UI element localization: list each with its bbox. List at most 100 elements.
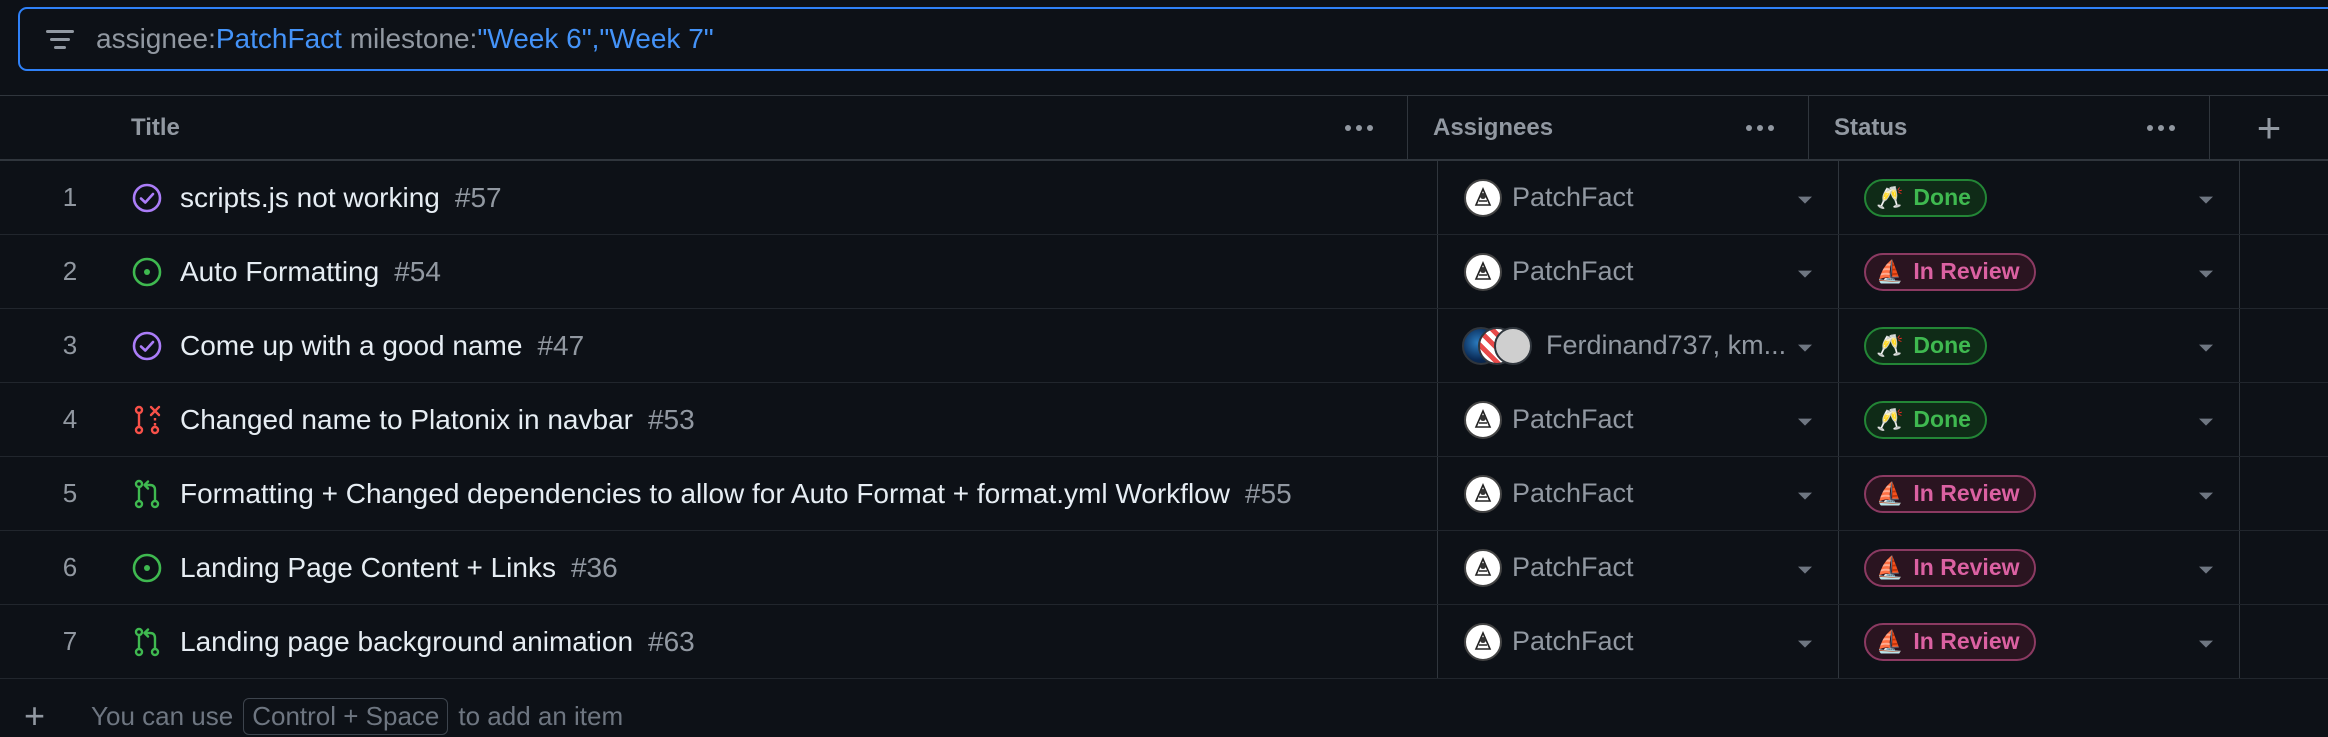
column-options-icon[interactable]	[1746, 124, 1774, 131]
open-issue-icon	[130, 255, 164, 289]
item-title-link[interactable]: scripts.js not working	[180, 182, 440, 214]
item-number: #63	[648, 625, 695, 657]
title-cell[interactable]: Landing page background animation #63	[100, 605, 1438, 678]
chevron-down-icon[interactable]	[1798, 640, 1812, 648]
table-row[interactable]: 3 Come up with a good name #47 Ferdinand…	[0, 309, 2328, 383]
chevron-down-icon[interactable]	[2199, 270, 2213, 278]
item-title-link[interactable]: Landing page background animation	[180, 626, 633, 658]
status-badge-done[interactable]: 🥂 Done	[1864, 326, 1987, 365]
empty-cell	[2240, 531, 2328, 604]
item-title-link[interactable]: Landing Page Content + Links	[180, 552, 556, 584]
filter-query-key: milestone:	[341, 23, 478, 54]
chevron-down-icon[interactable]	[2199, 196, 2213, 204]
column-header-assignees[interactable]: Assignees	[1408, 96, 1809, 159]
item-number: #36	[570, 551, 618, 583]
status-badge-done[interactable]: 🥂 Done	[1864, 178, 1987, 217]
status-cell[interactable]: ⛵ In Review	[1839, 605, 2240, 678]
add-item-hint-prefix: You can use	[91, 700, 234, 731]
title-cell[interactable]: Formatting + Changed dependencies to all…	[100, 457, 1438, 530]
status-cell[interactable]: ⛵ In Review	[1839, 531, 2240, 604]
item-number: #53	[647, 403, 695, 435]
status-cell[interactable]: ⛵ In Review	[1839, 235, 2240, 308]
review-icon: ⛵	[1876, 628, 1904, 654]
item-title-link[interactable]: Formatting + Changed dependencies to all…	[180, 478, 1230, 510]
chevron-down-icon[interactable]	[2199, 344, 2213, 352]
table-row[interactable]: 6 Landing Page Content + Links #36 Patch…	[0, 531, 2328, 605]
column-options-icon[interactable]	[2147, 124, 2175, 131]
row-number: 5	[62, 478, 78, 508]
assignee-name: PatchFact	[1512, 182, 1634, 212]
status-cell[interactable]: 🥂 Done	[1839, 309, 2240, 382]
table-row[interactable]: 2 Auto Formatting #54 PatchFact ⛵ In Revi…	[0, 235, 2328, 309]
status-cell[interactable]: ⛵ In Review	[1839, 457, 2240, 530]
status-cell[interactable]: 🥂 Done	[1839, 161, 2240, 234]
status-badge-in-review[interactable]: ⛵ In Review	[1864, 622, 2036, 661]
filter-input[interactable]: assignee: PatchFact milestone: "Week 6",…	[18, 7, 2328, 71]
add-column-button[interactable]: +	[2210, 96, 2328, 159]
avatar	[1464, 622, 1502, 661]
title-cell[interactable]: Changed name to Platonix in navbar #53	[100, 383, 1438, 456]
assignees-cell[interactable]: PatchFact	[1438, 605, 1839, 678]
chevron-down-icon[interactable]	[1798, 344, 1812, 352]
filter-query-key: assignee:	[96, 23, 216, 54]
status-badge-in-review[interactable]: ⛵ In Review	[1864, 252, 2036, 291]
assignees-cell[interactable]: PatchFact	[1438, 531, 1839, 604]
title-cell[interactable]: Come up with a good name #47	[100, 309, 1438, 382]
assignees-cell[interactable]: PatchFact	[1438, 383, 1839, 456]
table-row[interactable]: 4 Changed name to Platonix in navbar #53…	[0, 383, 2328, 457]
table-row[interactable]: 7 Landing page background animation #63 …	[0, 605, 2328, 679]
chevron-down-icon[interactable]	[1798, 196, 1812, 204]
row-number: 3	[62, 330, 78, 360]
row-number: 7	[62, 626, 78, 656]
status-badge-in-review[interactable]: ⛵ In Review	[1864, 548, 2036, 587]
status-badge-done[interactable]: 🥂 Done	[1864, 400, 1987, 439]
filter-icon[interactable]	[44, 29, 76, 49]
column-options-icon[interactable]	[1345, 124, 1373, 131]
avatar	[1464, 252, 1502, 291]
chevron-down-icon[interactable]	[2199, 492, 2213, 500]
review-icon: ⛵	[1876, 258, 1904, 284]
assignees-cell[interactable]: PatchFact	[1438, 161, 1839, 234]
column-header-status[interactable]: Status	[1809, 96, 2210, 159]
status-cell[interactable]: 🥂 Done	[1839, 383, 2240, 456]
empty-cell	[2240, 457, 2328, 530]
empty-cell	[2240, 161, 2328, 234]
empty-cell	[2240, 605, 2328, 678]
title-cell[interactable]: Landing Page Content + Links #36	[100, 531, 1438, 604]
assignee-name: PatchFact	[1512, 552, 1634, 582]
chevron-down-icon[interactable]	[2199, 418, 2213, 426]
plus-icon[interactable]: +	[24, 695, 45, 737]
party-icon: 🥂	[1876, 332, 1904, 358]
assignees-cell[interactable]: PatchFact	[1438, 457, 1839, 530]
table-row[interactable]: 5 Formatting + Changed dependencies to a…	[0, 457, 2328, 531]
title-cell[interactable]: Auto Formatting #54	[100, 235, 1438, 308]
status-badge-in-review[interactable]: ⛵ In Review	[1864, 474, 2036, 513]
assignees-cell[interactable]: PatchFact	[1438, 235, 1839, 308]
item-title-link[interactable]: Come up with a good name	[180, 330, 522, 362]
filter-bar-container: assignee: PatchFact milestone: "Week 6",…	[0, 0, 2328, 96]
chevron-down-icon[interactable]	[2199, 566, 2213, 574]
chevron-down-icon[interactable]	[2199, 640, 2213, 648]
chevron-down-icon[interactable]	[1798, 418, 1812, 426]
table-row[interactable]: 1 scripts.js not working #57 PatchFact 🥂…	[0, 161, 2328, 235]
title-cell[interactable]: scripts.js not working #57	[100, 161, 1438, 234]
assignees-cell[interactable]: Ferdinand737, km...	[1438, 309, 1839, 382]
chevron-down-icon[interactable]	[1798, 492, 1812, 500]
row-number-header	[0, 96, 100, 159]
row-number: 6	[62, 552, 78, 582]
chevron-down-icon[interactable]	[1798, 270, 1812, 278]
add-item-row[interactable]: + You can use Control + Space to add an …	[0, 695, 623, 737]
chevron-down-icon[interactable]	[1798, 566, 1812, 574]
avatar	[1464, 548, 1502, 587]
open-pr-icon	[130, 477, 164, 511]
item-number: #55	[1244, 477, 1292, 509]
closed-issue-icon	[130, 181, 164, 215]
empty-cell	[2240, 235, 2328, 308]
item-title-link[interactable]: Changed name to Platonix in navbar	[180, 404, 633, 436]
item-title-link[interactable]: Auto Formatting	[180, 256, 379, 288]
item-number: #57	[454, 181, 502, 213]
column-header-title[interactable]: Title	[100, 96, 1408, 159]
assignee-name: PatchFact	[1512, 404, 1634, 434]
open-pr-icon	[130, 625, 164, 659]
status-label: In Review	[1913, 258, 2020, 284]
